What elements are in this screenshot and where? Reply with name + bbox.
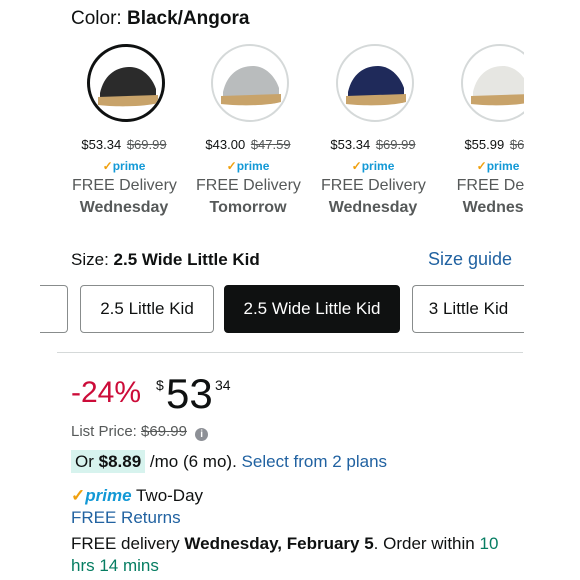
prime-check-icon: ✓ xyxy=(71,486,86,505)
swatch-delivery: FREE Delivery xyxy=(196,177,301,194)
list-price: List Price: $69.99 i xyxy=(71,423,209,441)
info-icon[interactable]: i xyxy=(195,428,209,441)
shoe-image xyxy=(346,66,406,106)
color-selection-label: Color: Black/Angora xyxy=(71,8,249,30)
color-label: Color: xyxy=(71,8,122,29)
color-value: Black/Angora xyxy=(126,8,250,29)
size-option-partial[interactable] xyxy=(40,285,68,333)
color-swatch[interactable]: $53.34 $69.99 ✓prime FREE Delivery Wedne… xyxy=(72,40,192,225)
swatch-image xyxy=(211,44,289,122)
price-whole: 53 xyxy=(166,370,213,417)
size-option-selected[interactable]: 2.5 Wide Little Kid xyxy=(224,285,400,333)
size-guide-link[interactable]: Size guide xyxy=(428,249,512,270)
swatch-price: $53.34 $69.99 xyxy=(81,137,167,152)
financing-offer: Or $8.89 /mo (6 mo). Select from 2 plans xyxy=(71,450,388,473)
prime-badge: ✓prime xyxy=(476,159,520,173)
swatch-image xyxy=(461,44,524,122)
color-swatch[interactable]: $43.00 $47.59 ✓prime FREE Delivery Tomor… xyxy=(196,40,316,225)
color-swatch[interactable]: $53.34 $69.99 ✓prime FREE Delivery Wedne… xyxy=(321,40,441,225)
swatch-delivery: FREE Delivery xyxy=(72,177,177,194)
size-option[interactable]: 3 Little Kid xyxy=(412,285,524,333)
size-selection-label: Size: 2.5 Wide Little Kid xyxy=(71,250,260,270)
swatch-delivery-day: Wednesd xyxy=(462,199,524,216)
size-label: Size: xyxy=(71,250,109,269)
discount-percent: -24% xyxy=(71,376,142,409)
prime-badge: ✓prime xyxy=(351,159,395,173)
swatch-delivery: FREE Deliv xyxy=(456,177,524,194)
financing-plans-link[interactable]: Select from 2 plans xyxy=(242,452,388,471)
shoe-image xyxy=(221,66,281,106)
swatch-price: $53.34 $69.99 xyxy=(330,137,416,152)
prime-shipping: ✓prime Two-Day xyxy=(71,486,203,506)
prime-logo: prime xyxy=(85,486,132,505)
swatch-delivery-day: Wednesday xyxy=(79,199,169,216)
swatch-image xyxy=(87,44,165,122)
delivery-message: FREE delivery Wednesday, February 5. Ord… xyxy=(71,534,499,553)
size-value: 2.5 Wide Little Kid xyxy=(113,250,260,269)
swatch-price: $55.99 $69 xyxy=(464,137,524,152)
countdown: 10 xyxy=(479,534,499,553)
price-currency: $ xyxy=(156,377,164,393)
financing-highlight: Or $8.89 xyxy=(71,450,146,473)
countdown-remaining: hrs 14 mins xyxy=(71,556,159,575)
financing-term: /mo (6 mo). xyxy=(149,452,237,471)
color-swatch[interactable]: $55.99 $69 ✓prime FREE Deliv Wednesd xyxy=(446,40,524,225)
shoe-image xyxy=(98,67,158,107)
swatch-delivery-day: Tomorrow xyxy=(209,199,287,216)
prime-badge: ✓prime xyxy=(102,159,146,173)
swatch-delivery-day: Wednesday xyxy=(328,199,418,216)
size-option[interactable]: 2.5 Little Kid xyxy=(80,285,214,333)
divider xyxy=(57,352,523,353)
swatch-delivery: FREE Delivery xyxy=(321,177,426,194)
prime-badge: ✓prime xyxy=(226,159,270,173)
price-fraction: 34 xyxy=(215,377,231,393)
swatch-image xyxy=(336,44,414,122)
shoe-image xyxy=(471,66,524,106)
list-price-value: $69.99 xyxy=(141,423,187,440)
delivery-date: Wednesday, February 5 xyxy=(184,534,374,553)
free-returns-link[interactable]: FREE Returns xyxy=(71,508,181,528)
prime-shipping-speed: Two-Day xyxy=(135,486,204,505)
swatch-price: $43.00 $47.59 xyxy=(205,137,291,152)
